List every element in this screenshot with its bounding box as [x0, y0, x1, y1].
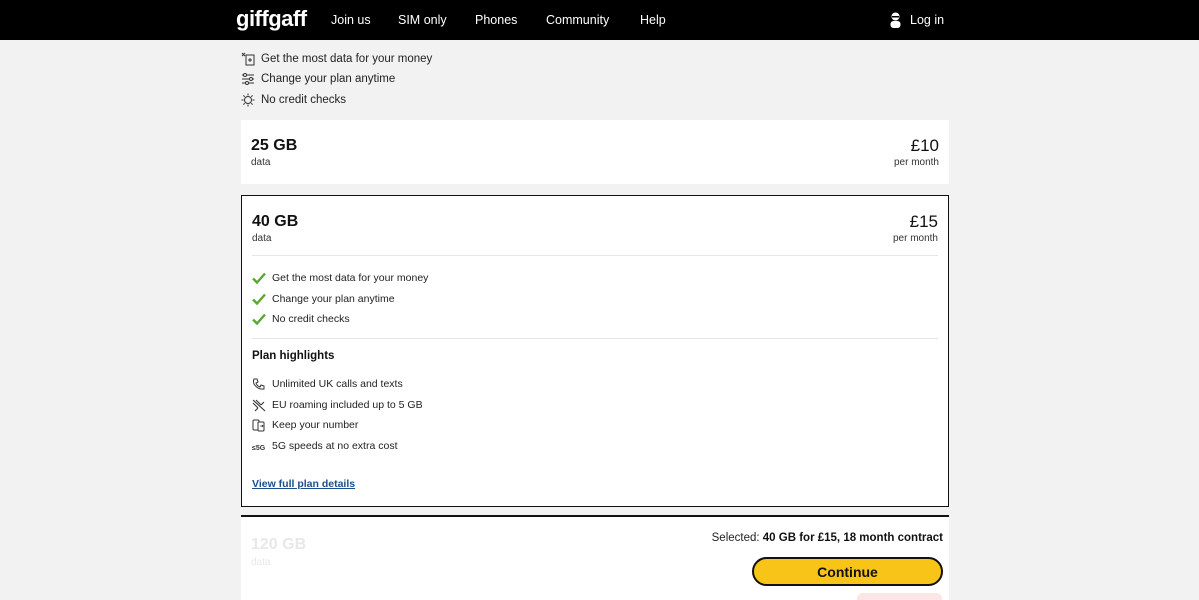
phone-icon [253, 378, 265, 390]
highlight-item: ≤5G 5G speeds at no extra cost [252, 439, 398, 453]
top-nav-bar: giffgaff Join us SIM only Phones Communi… [0, 0, 1199, 40]
5g-icon: ≤5G [252, 445, 266, 452]
phone-transfer-icon [252, 419, 265, 431]
selection-summary: Selected: 40 GB for £15, 18 month contra… [712, 532, 943, 544]
check-list-item: Get the most data for your money [252, 270, 428, 286]
nav-help[interactable]: Help [640, 13, 666, 27]
plan-card-40gb-selected[interactable]: 40 GB data £15 per month Get the most da… [241, 195, 949, 507]
plan-data-label: data [251, 557, 271, 568]
benefit-label: Change your plan anytime [261, 73, 396, 85]
giffgaff-logo[interactable]: giffgaff [236, 6, 307, 32]
highlight-item: EU roaming included up to 5 GB [252, 398, 423, 412]
divider [252, 255, 938, 256]
divider [252, 338, 938, 339]
plane-icon [252, 399, 266, 411]
highlight-label: Unlimited UK calls and texts [272, 378, 403, 390]
selection-value: 40 GB for £15, 18 month contract [762, 532, 943, 544]
checkmark-icon [252, 313, 266, 325]
login-label: Log in [910, 13, 945, 27]
highlight-label: EU roaming included up to 5 GB [272, 399, 423, 411]
data-money-icon [241, 52, 255, 66]
checkmark-icon [252, 293, 266, 305]
view-full-plan-details-link[interactable]: View full plan details [252, 478, 355, 490]
plan-price-label: per month [892, 233, 938, 244]
check-label: Get the most data for your money [272, 272, 429, 284]
plan-price-label: per month [893, 157, 939, 168]
check-list-item: No credit checks [252, 311, 350, 327]
plan-data-amount: 120 GB [251, 536, 307, 553]
plan-price: £15 [909, 212, 938, 231]
benefit-item: Get the most data for your money [241, 51, 432, 67]
highlight-label: Keep your number [272, 419, 359, 431]
sun-badge-icon [241, 93, 255, 107]
benefit-label: Get the most data for your money [261, 53, 433, 65]
nav-phones[interactable]: Phones [475, 13, 517, 27]
benefit-label: No credit checks [261, 94, 347, 106]
benefit-item: No credit checks [241, 92, 346, 108]
nav-sim-only[interactable]: SIM only [398, 13, 447, 27]
user-icon [890, 12, 901, 28]
plan-data-label: data [251, 157, 271, 168]
check-label: Change your plan anytime [272, 293, 395, 305]
plan-highlights-title: Plan highlights [252, 350, 335, 362]
faded-badge [857, 593, 942, 600]
highlight-item: Unlimited UK calls and texts [252, 377, 403, 391]
plan-card-25gb[interactable]: 25 GB data £10 per month [241, 120, 949, 184]
benefit-item: Change your plan anytime [241, 71, 395, 87]
selection-prefix: Selected: [711, 532, 760, 544]
continue-button[interactable]: Continue [752, 557, 943, 586]
svg-text:≤5G: ≤5G [252, 445, 266, 452]
nav-community[interactable]: Community [546, 13, 609, 27]
plan-data-amount: 25 GB [251, 137, 298, 154]
check-label: No credit checks [272, 313, 350, 325]
plan-data-amount: 40 GB [252, 213, 299, 230]
plan-data-label: data [252, 233, 272, 244]
nav-join-us[interactable]: Join us [331, 13, 371, 27]
plan-price: £10 [910, 136, 939, 155]
sliders-icon [242, 73, 254, 85]
check-list-item: Change your plan anytime [252, 291, 395, 307]
highlight-label: 5G speeds at no extra cost [272, 440, 398, 452]
login-button[interactable]: Log in [889, 11, 944, 29]
highlight-item: Keep your number [252, 418, 358, 432]
checkmark-icon [252, 272, 266, 284]
